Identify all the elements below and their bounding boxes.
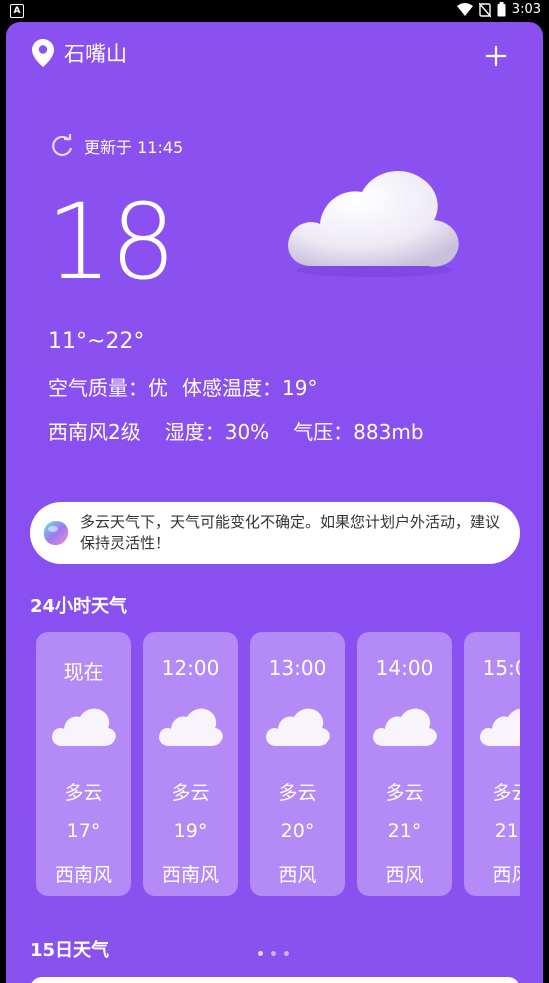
hour-time: 现在: [63, 660, 104, 684]
pressure: 气压：883mb: [293, 420, 424, 444]
hour-time: 15:00: [482, 656, 520, 680]
location-selector[interactable]: 石嘴山: [32, 38, 127, 68]
daily-forecast-card[interactable]: [30, 977, 520, 983]
hourly-title: 24小时天气: [30, 596, 128, 617]
hour-time: 14:00: [375, 656, 434, 680]
hour-time: 12:00: [161, 656, 220, 680]
hour-temp: 20°: [280, 820, 315, 842]
tip-text: 多云天气下，天气可能变化不确定。如果您计划户外活动，建议保持灵活性！: [80, 513, 501, 552]
weather-tip-card[interactable]: 多云天气下，天气可能变化不确定。如果您计划户外活动，建议保持灵活性！: [30, 502, 520, 564]
status-time: 3:03: [511, 2, 541, 17]
page-dot: [258, 951, 263, 956]
update-time: 更新于 11:45: [84, 138, 184, 157]
hourly-card[interactable]: 14:00 多云 21° 西风: [357, 632, 452, 896]
hour-wind: 西南风: [161, 864, 219, 886]
wifi-icon: [456, 2, 473, 16]
hourly-card[interactable]: 现在 多云 17° 西南风: [36, 632, 131, 896]
hourly-card[interactable]: 12:00 多云 19° 西南风: [143, 632, 238, 896]
battery-icon: [497, 2, 506, 17]
temperature-range: 11°~22°: [48, 329, 145, 354]
hour-weather: 多云: [171, 782, 210, 804]
cloud-icon: [288, 170, 459, 277]
hour-temp: 19°: [173, 820, 208, 842]
cloud-icon: [266, 708, 330, 746]
cloud-icon: [52, 708, 116, 746]
feels-like: 体感温度：19°: [182, 376, 318, 400]
hour-temp: 21°: [387, 820, 422, 842]
refresh-icon[interactable]: [50, 134, 74, 158]
weather-app: 石嘴山 更新于 11:45 18 11°~22° 空气质量：优 体感温度：19°…: [0, 22, 549, 983]
hour-wind: 西南风: [54, 864, 112, 886]
notification-icon: A: [10, 4, 24, 18]
cloud-icon: [159, 708, 223, 746]
daily-title: 15日天气: [30, 940, 110, 961]
hour-temp: 21°: [494, 820, 520, 842]
hourly-card[interactable]: 13:00 多云 20° 西风: [250, 632, 345, 896]
hourly-card[interactable]: 15:00 多云 21° 西风: [464, 632, 520, 896]
info-row-2: 西南风2级 湿度：30% 气压：883mb: [48, 416, 424, 445]
main-panel: 石嘴山 更新于 11:45 18 11°~22° 空气质量：优 体感温度：19°…: [6, 22, 543, 983]
location-name: 石嘴山: [64, 42, 127, 66]
humidity: 湿度：30%: [164, 420, 270, 444]
hour-wind: 西风: [278, 864, 317, 886]
add-city-button[interactable]: [482, 42, 510, 70]
status-bar: A 3:03: [0, 0, 549, 22]
cloud-icon: [480, 708, 520, 746]
ai-orb-icon: [43, 521, 69, 546]
hour-time: 13:00: [268, 656, 327, 680]
page-dot: [284, 951, 289, 956]
hour-weather: 多云: [64, 782, 103, 804]
wind: 西南风2级: [48, 420, 141, 444]
page-dot: [271, 951, 276, 956]
update-row[interactable]: 更新于 11:45: [50, 134, 183, 158]
hour-wind: 西风: [492, 864, 520, 886]
hour-weather: 多云: [492, 782, 520, 804]
air-quality: 空气质量：优: [48, 376, 168, 400]
location-pin-icon: [32, 39, 54, 67]
hour-wind: 西风: [385, 864, 424, 886]
hour-weather: 多云: [278, 782, 317, 804]
hourly-forecast-list[interactable]: 现在 多云 17° 西南风 12:00 多云 19° 西南风 13:00 多云 …: [36, 632, 520, 896]
no-sim-icon: [478, 2, 491, 17]
hour-weather: 多云: [385, 782, 424, 804]
cloud-icon: [373, 708, 437, 746]
current-temperature: 18: [46, 181, 176, 303]
info-row-1: 空气质量：优 体感温度：19°: [48, 372, 317, 401]
hour-temp: 17°: [66, 820, 101, 842]
page-indicator: [258, 951, 289, 956]
